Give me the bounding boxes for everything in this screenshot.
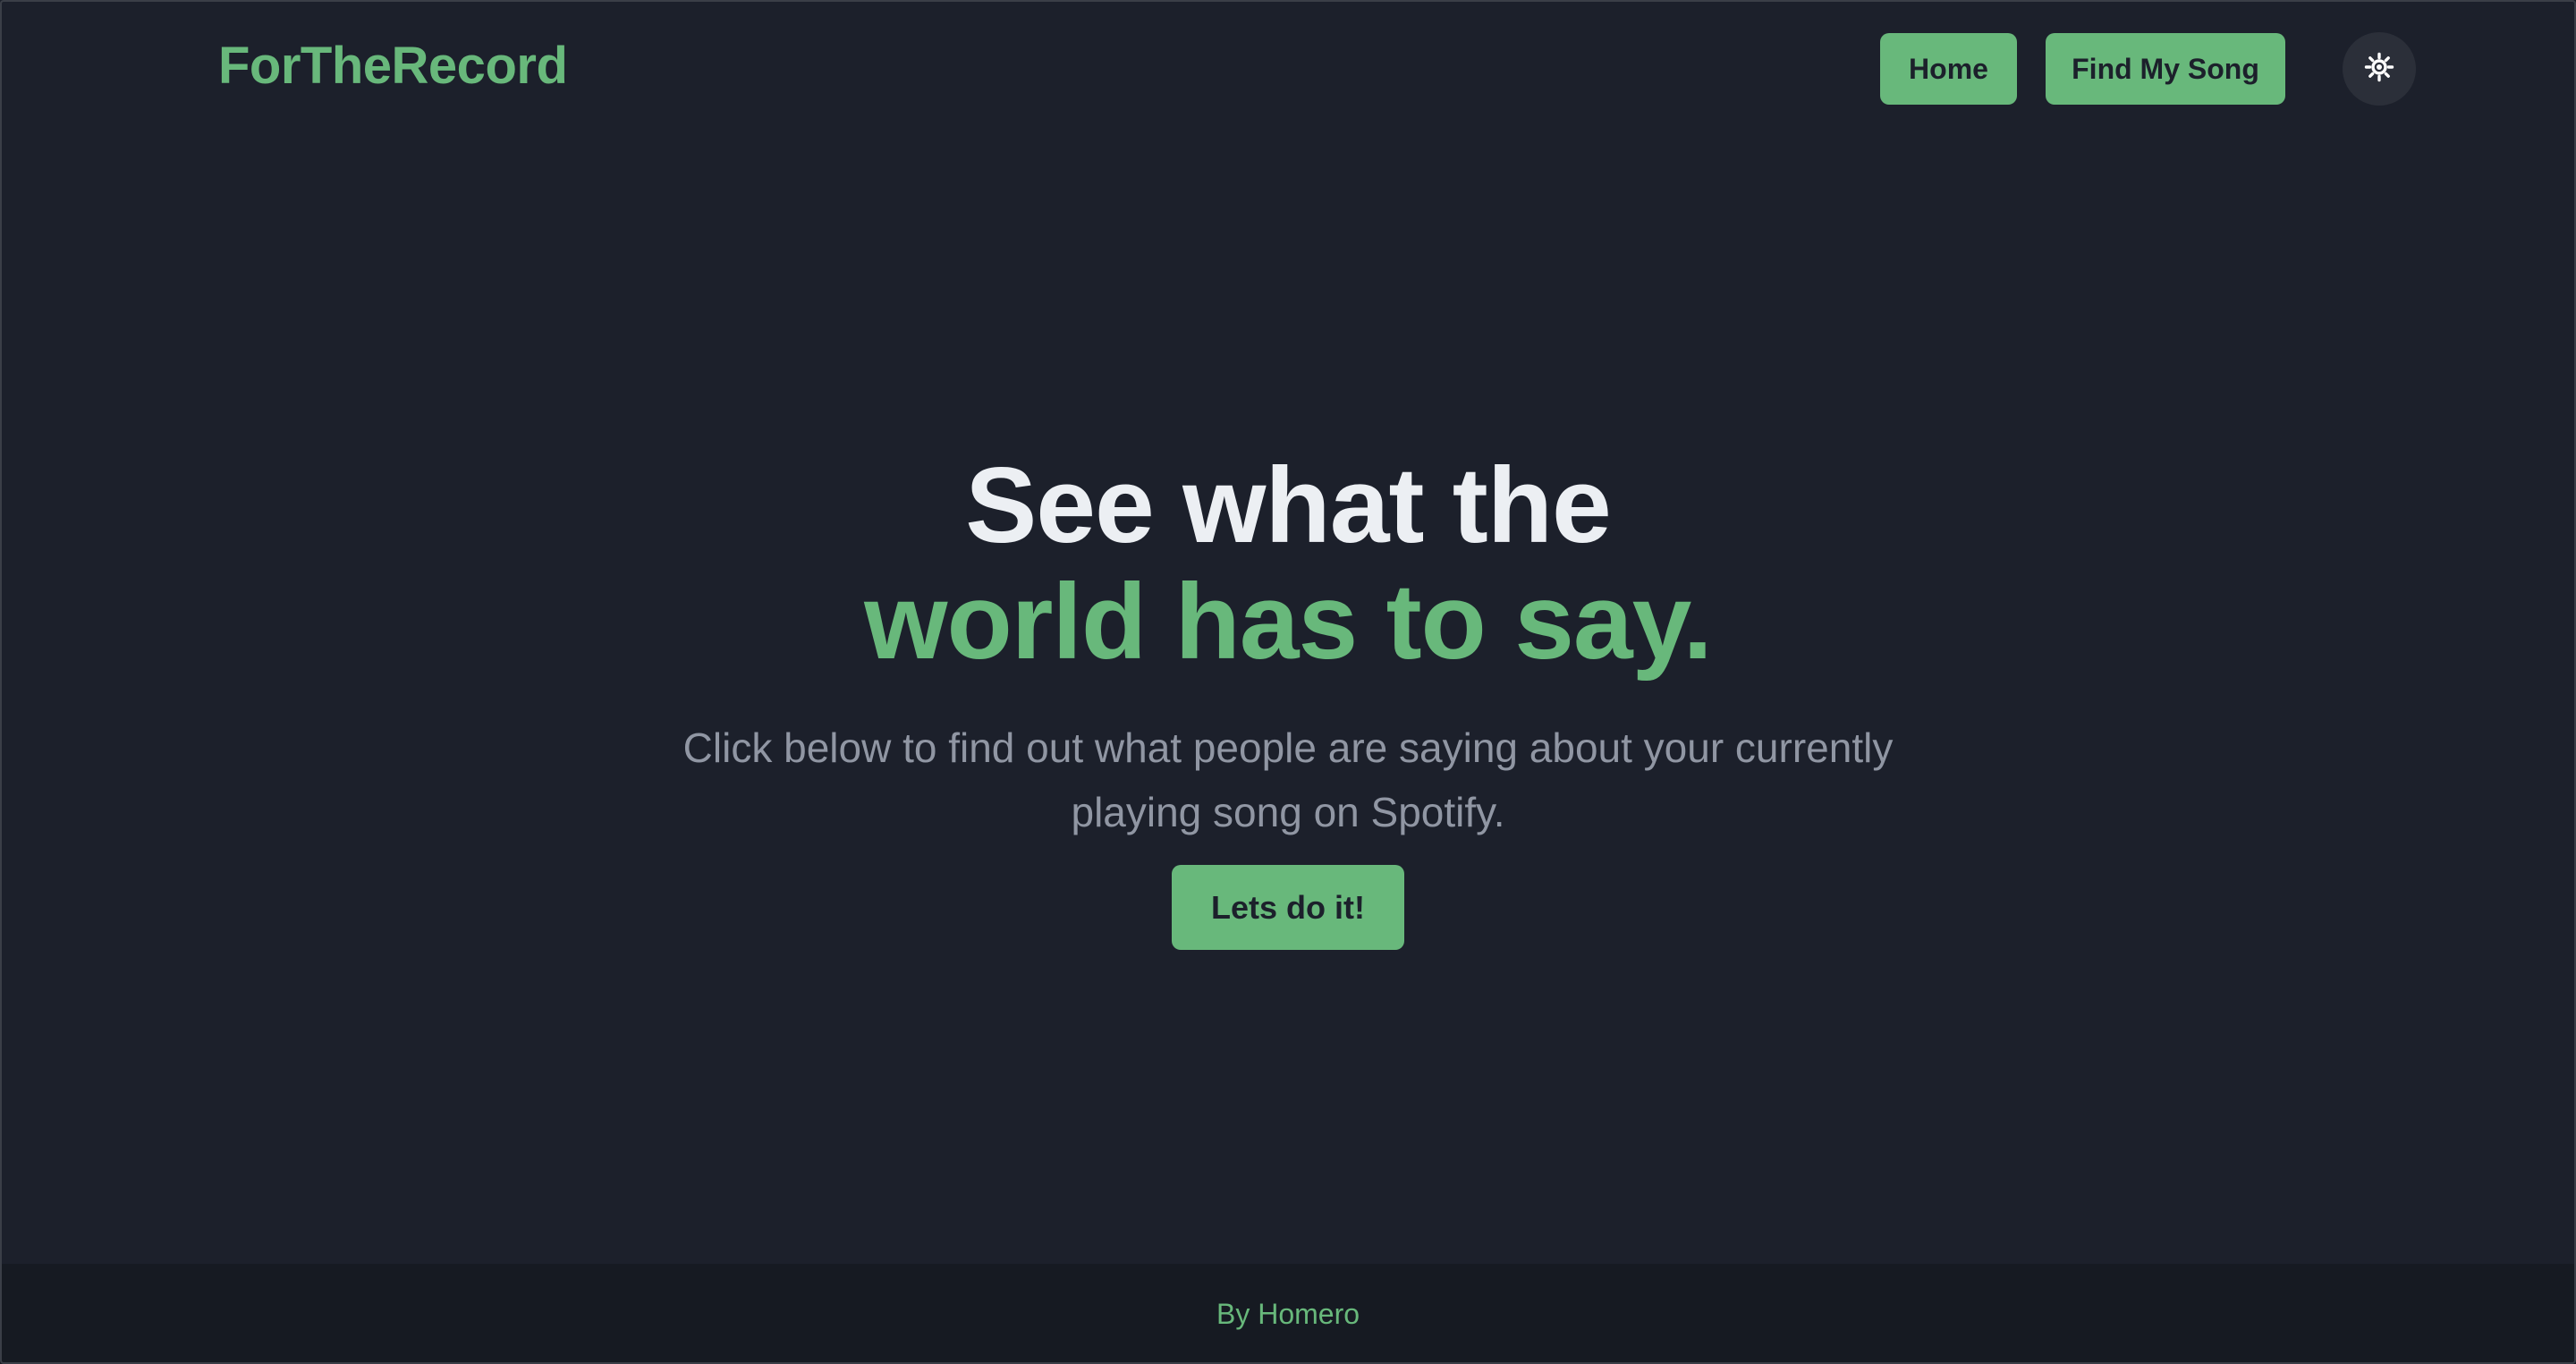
hero-title-line1: See what the: [965, 445, 1612, 565]
sun-icon: [2364, 52, 2394, 87]
hero-title-line2: world has to say.: [864, 562, 1713, 682]
theme-toggle-button[interactable]: [2343, 32, 2416, 106]
footer-credit: By Homero: [1216, 1297, 1360, 1330]
footer: By Homero: [0, 1264, 2576, 1364]
hero-subtitle: Click below to find out what people are …: [682, 724, 1894, 835]
top-navbar: ForTheRecord Home Find My Song: [0, 0, 2576, 139]
hero-section: See what the world has to say. Click bel…: [0, 447, 2576, 844]
lets-do-it-button[interactable]: Lets do it!: [1172, 865, 1404, 950]
nav-find-my-song-button[interactable]: Find My Song: [2046, 33, 2285, 105]
brand-logo-link[interactable]: ForTheRecord: [218, 36, 568, 96]
nav-home-button[interactable]: Home: [1880, 33, 2017, 105]
